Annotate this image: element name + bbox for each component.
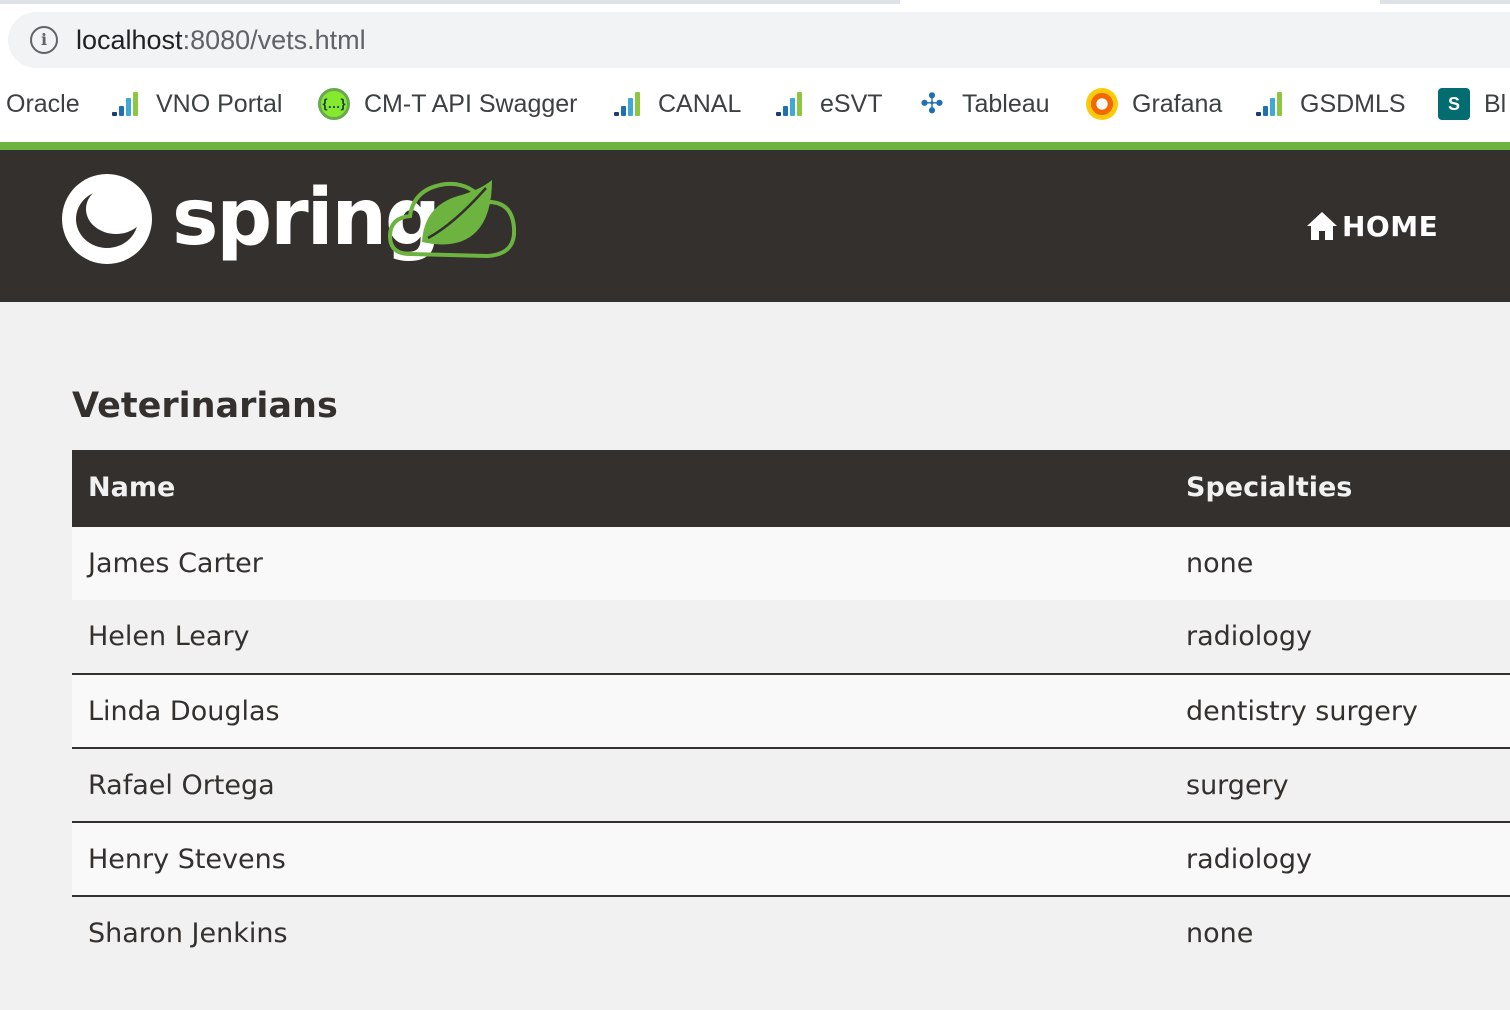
- vet-specialties-cell: none: [1170, 895, 1510, 970]
- browser-chrome: i localhost:8080/vets.html Oracle VNO Po…: [0, 0, 1510, 142]
- leaf-cloud-icon: [388, 180, 516, 259]
- bookmarks-bar: Oracle VNO Portal {…} CM-T API Swagger C…: [0, 82, 1510, 126]
- vet-name-cell: James Carter: [72, 525, 1170, 600]
- page-title: Veterinarians: [72, 386, 338, 426]
- bookmark-vno-portal[interactable]: VNO Portal: [110, 82, 282, 126]
- vet-specialties-cell: none: [1170, 525, 1510, 600]
- bars-chart-icon: [1254, 88, 1286, 120]
- tableau-icon: ✣: [920, 88, 944, 119]
- tab-strip: [0, 0, 1510, 4]
- vets-table: Name Specialties James Carter none Helen…: [72, 450, 1510, 970]
- table-row: Helen Leary radiology: [72, 600, 1510, 674]
- bookmark-esvt[interactable]: eSVT: [774, 82, 883, 126]
- vet-specialties-cell: radiology: [1170, 821, 1510, 896]
- grafana-icon: [1086, 88, 1118, 120]
- column-header-specialties[interactable]: Specialties: [1170, 450, 1510, 526]
- vet-name-cell: Helen Leary: [72, 600, 1170, 674]
- column-header-name[interactable]: Name: [72, 450, 1170, 526]
- table-row: Linda Douglas dentistry surgery: [72, 673, 1510, 748]
- address-bar[interactable]: i localhost:8080/vets.html: [8, 12, 1510, 68]
- brand-accent-bar: [0, 142, 1510, 150]
- url-text[interactable]: localhost:8080/vets.html: [76, 22, 366, 58]
- bars-chart-icon: [110, 88, 142, 120]
- table-header-row: Name Specialties: [72, 450, 1510, 526]
- spring-logo-mark: [62, 174, 152, 264]
- table-row: James Carter none: [72, 525, 1510, 600]
- vet-name-cell: Sharon Jenkins: [72, 895, 1170, 970]
- bookmark-gsdmls[interactable]: GSDMLS: [1254, 82, 1406, 126]
- vet-name-cell: Linda Douglas: [72, 673, 1170, 748]
- vet-name-cell: Rafael Ortega: [72, 747, 1170, 822]
- bookmark-oracle[interactable]: Oracle: [6, 82, 80, 126]
- vet-specialties-cell: radiology: [1170, 600, 1510, 674]
- bookmark-label: VNO Portal: [156, 89, 283, 118]
- bookmark-tableau[interactable]: ✣ Tableau: [916, 82, 1050, 126]
- vet-specialties-cell: dentistry surgery: [1170, 673, 1510, 748]
- table-row: Henry Stevens radiology: [72, 821, 1510, 896]
- nav-home-link[interactable]: HOME: [1306, 206, 1438, 246]
- bookmark-label: eSVT: [820, 89, 883, 118]
- bookmark-label: Oracle: [6, 89, 80, 118]
- site-info-icon[interactable]: i: [30, 26, 58, 54]
- vet-specialties-cell: surgery: [1170, 747, 1510, 822]
- bars-chart-icon: [612, 88, 644, 120]
- bookmark-label: Tableau: [962, 89, 1050, 118]
- navbar: spring HOME: [0, 150, 1510, 302]
- bookmark-label: CANAL: [658, 89, 742, 118]
- spring-logo[interactable]: spring: [60, 172, 520, 272]
- nav-home-label: HOME: [1342, 209, 1439, 243]
- table-row: Sharon Jenkins none: [72, 895, 1510, 970]
- bookmark-label: CM-T API Swagger: [364, 89, 578, 118]
- vet-name-cell: Henry Stevens: [72, 821, 1170, 896]
- bars-chart-icon: [774, 88, 806, 120]
- bookmark-grafana[interactable]: Grafana: [1086, 82, 1222, 126]
- bookmark-sharepoint[interactable]: S Bl: [1438, 82, 1506, 126]
- bookmark-cm-t-api-swagger[interactable]: {…} CM-T API Swagger: [318, 82, 578, 126]
- bookmark-label: Bl: [1484, 89, 1507, 118]
- home-icon: [1307, 212, 1337, 240]
- sharepoint-icon: S: [1438, 88, 1470, 120]
- bookmark-label: Grafana: [1132, 89, 1223, 118]
- bookmark-canal[interactable]: CANAL: [612, 82, 741, 126]
- table-row: Rafael Ortega surgery: [72, 747, 1510, 822]
- swagger-icon: {…}: [318, 88, 350, 120]
- bookmark-label: GSDMLS: [1300, 89, 1406, 118]
